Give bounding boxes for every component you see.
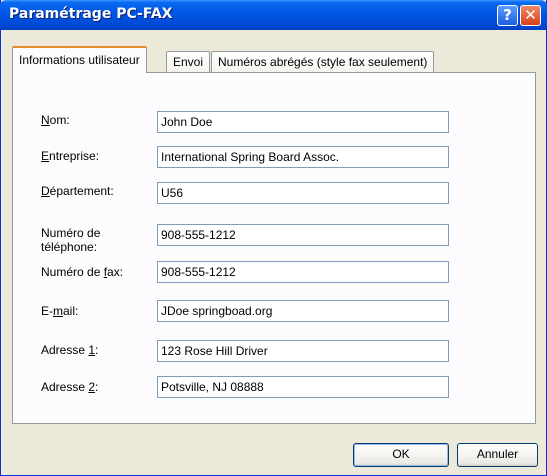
tab-envoi[interactable]: Envoi — [166, 51, 211, 72]
adresse1-field[interactable]: 123 Rose Hill Driver — [157, 340, 449, 362]
nom-field[interactable]: John Doe — [157, 111, 449, 133]
pcfax-settings-dialog: Paramétrage PC-FAX ? ✕ Informations util… — [0, 0, 547, 476]
email-field[interactable]: JDoe springboad.org — [157, 300, 449, 322]
telephone-field[interactable]: 908-555-1212 — [157, 224, 449, 246]
close-button[interactable]: ✕ — [520, 5, 541, 26]
tab-numeros-abreges[interactable]: Numéros abrégés (style fax seulement) — [211, 51, 435, 72]
nom-label: Nom: — [41, 113, 70, 127]
title-bar[interactable]: Paramétrage PC-FAX ? ✕ — [0, 0, 547, 30]
help-button[interactable]: ? — [497, 5, 518, 26]
departement-label: Département: — [41, 184, 114, 198]
entreprise-label: Entreprise: — [41, 149, 100, 163]
adresse1-label: Adresse 1: — [41, 343, 99, 357]
fax-label: Numéro de fax: — [41, 265, 124, 279]
departement-field[interactable]: U56 — [157, 182, 449, 204]
email-label: E-mail: — [41, 304, 79, 318]
entreprise-field[interactable]: International Spring Board Assoc. — [157, 146, 449, 168]
window-title: Paramétrage PC-FAX — [9, 6, 173, 22]
cancel-button[interactable]: Annuler — [457, 443, 538, 467]
ok-button[interactable]: OK — [353, 443, 449, 467]
telephone-label: Numéro de téléphone: — [41, 226, 101, 254]
adresse2-label: Adresse 2: — [41, 380, 99, 394]
tab-informations-utilisateur[interactable]: Informations utilisateur — [12, 46, 147, 73]
fax-field[interactable]: 908-555-1212 — [157, 261, 449, 283]
adresse2-field[interactable]: Potsville, NJ 08888 — [157, 376, 449, 398]
